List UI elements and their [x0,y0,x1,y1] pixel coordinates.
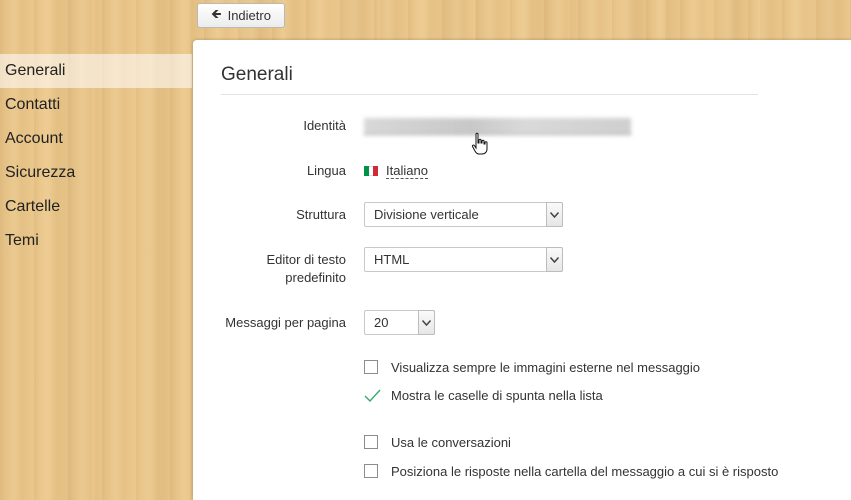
sidebar-item-sicurezza[interactable]: Sicurezza [0,156,192,190]
language-label: Lingua [306,163,346,178]
per-page-select[interactable]: 20 [364,310,435,335]
page-title: Generali [221,64,293,85]
sidebar-item-cartelle[interactable]: Cartelle [0,190,192,224]
conversations-label[interactable]: Usa le conversazioni [391,435,511,450]
show-checkboxes-label[interactable]: Mostra le caselle di spunta nella lista [391,388,603,403]
editor-label: Editor di testo predefinito [186,251,347,287]
editor-label-line1: Editor di testo [266,252,347,267]
editor-select[interactable]: HTML [364,247,563,272]
replies-folder-checkbox[interactable] [364,464,378,478]
checkmark-icon[interactable] [364,389,381,403]
sidebar-item-generali[interactable]: Generali [0,54,192,88]
back-button[interactable]: 🡸 Indietro [197,3,285,28]
identity-label: Identità [303,118,346,133]
italy-flag-icon [364,166,379,176]
layout-label: Struttura [296,207,346,222]
settings-panel: Generali Identità Lingua Italiano Strutt… [193,40,851,500]
external-images-label[interactable]: Visualizza sempre le immagini esterne ne… [391,360,700,375]
identity-field[interactable] [364,118,631,135]
layout-select[interactable]: Divisione verticale [364,202,563,227]
arrow-left-icon: 🡸 [211,5,222,21]
sidebar: Generali Contatti Account Sicurezza Cart… [0,54,192,258]
back-button-label: Indietro [227,8,271,23]
title-divider [221,94,758,95]
per-page-select-value: 20 [374,315,389,330]
replies-folder-label[interactable]: Posiziona le risposte nella cartella del… [391,464,778,479]
conversations-checkbox[interactable] [364,435,378,449]
chevron-down-icon [546,202,563,227]
editor-select-value: HTML [374,252,410,267]
sidebar-item-temi[interactable]: Temi [0,224,192,258]
chevron-down-icon [418,310,435,335]
sidebar-item-account[interactable]: Account [0,122,192,156]
hand-pointer-icon [471,132,488,155]
chevron-down-icon [546,247,563,272]
sidebar-item-contatti[interactable]: Contatti [0,88,192,122]
external-images-checkbox[interactable] [364,360,378,374]
per-page-label: Messaggi per pagina [225,315,346,330]
editor-label-line2: predefinito [285,270,346,285]
language-selector[interactable]: Italiano [386,163,428,179]
layout-select-value: Divisione verticale [374,207,479,222]
